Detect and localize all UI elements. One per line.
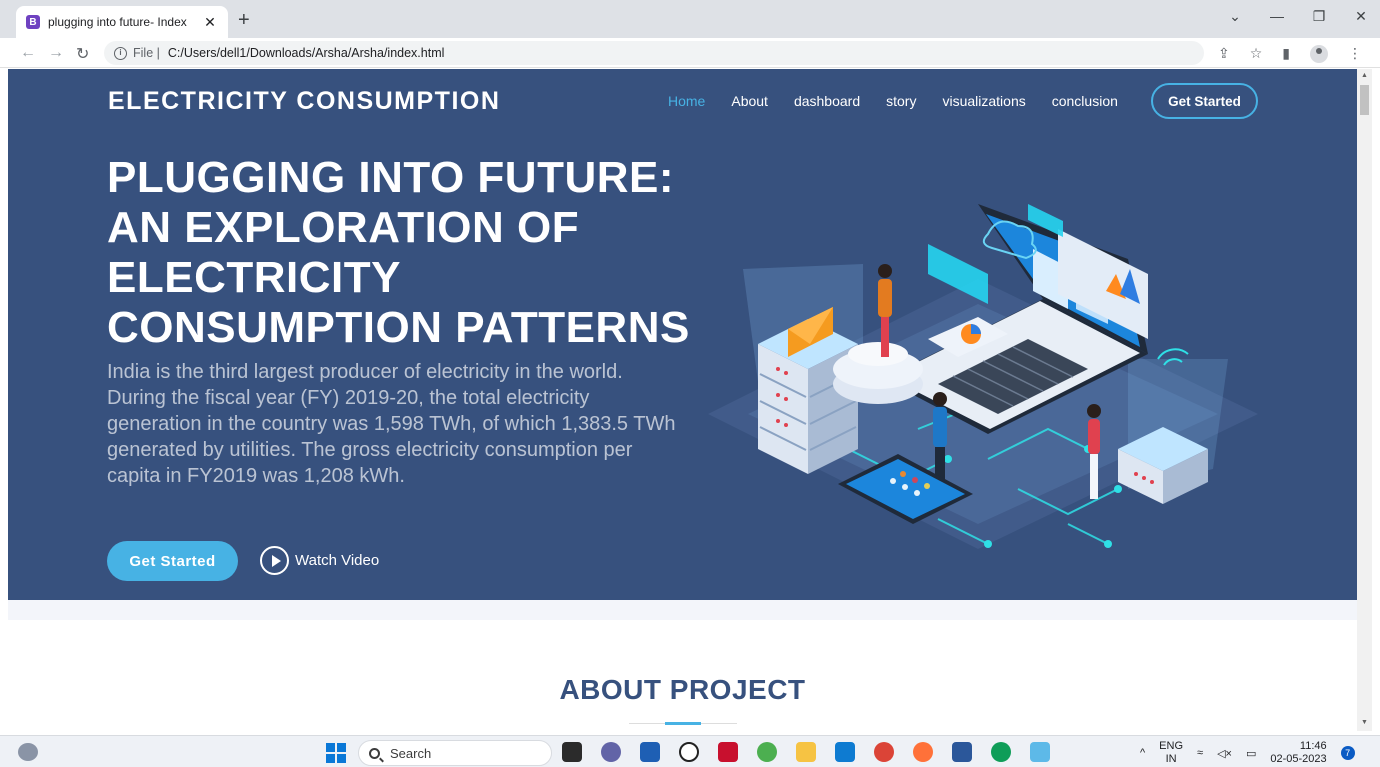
weather-widget-icon[interactable] <box>18 743 38 761</box>
side-panel-icon[interactable]: ▮ <box>1282 45 1290 63</box>
watch-video-link[interactable]: Watch Video <box>260 546 379 575</box>
chrome-profile-icon[interactable] <box>757 742 777 762</box>
back-icon[interactable]: ← <box>20 44 36 62</box>
title-underline-accent <box>665 722 701 725</box>
battery-icon[interactable]: ▭ <box>1246 747 1256 760</box>
forward-icon[interactable]: → <box>48 44 64 62</box>
nav-get-started-button[interactable]: Get Started <box>1151 83 1258 119</box>
info-icon[interactable]: i <box>114 46 127 60</box>
nav-about[interactable]: About <box>731 93 768 109</box>
page-scrollbar[interactable]: ▲ ▼ <box>1357 69 1372 731</box>
scroll-down-icon[interactable]: ▼ <box>1361 719 1368 726</box>
toolbar-icons: ⇪ ☆ ▮ ⋮ <box>1218 45 1362 63</box>
chrome-canary-icon[interactable] <box>991 742 1011 762</box>
file-explorer-icon[interactable] <box>796 742 816 762</box>
profile-avatar-icon[interactable] <box>1310 45 1328 63</box>
taskbar-search-label: Search <box>390 745 432 761</box>
section-divider <box>8 600 1357 620</box>
windows-start-icon[interactable] <box>326 743 346 763</box>
nav-visualizations[interactable]: visualizations <box>942 93 1025 109</box>
firefox-icon[interactable] <box>913 742 933 762</box>
tab-search-icon[interactable]: ⌄ <box>1228 8 1242 25</box>
teams-chat-icon[interactable] <box>601 742 621 762</box>
taskbar-apps <box>562 742 1050 762</box>
clock-time: 11:46 <box>1299 740 1327 752</box>
tray-overflow-icon[interactable]: ^ <box>1140 747 1145 759</box>
language-code: ENG <box>1159 740 1184 752</box>
system-tray: ^ ENG IN ≈ ◁× ▭ 11:46 02-05-2023 7 <box>1140 740 1355 766</box>
hero-section: ELECTRICITY CONSUMPTION Home About dashb… <box>8 69 1357 600</box>
url-field[interactable]: i File | C:/Users/dell1/Downloads/Arsha/… <box>104 41 1204 65</box>
main-nav: Home About dashboard story visualization… <box>668 93 1118 109</box>
hero-lead: India is the third largest producer of e… <box>107 361 676 487</box>
clock[interactable]: 11:46 02-05-2023 <box>1270 740 1326 766</box>
hero-illustration <box>708 204 1258 549</box>
nav-story[interactable]: story <box>886 93 916 109</box>
notification-badge[interactable]: 7 <box>1340 746 1355 760</box>
dell-icon[interactable] <box>679 742 699 762</box>
task-view-icon[interactable] <box>562 742 582 762</box>
reload-icon[interactable]: ↻ <box>76 44 89 64</box>
search-icon <box>369 747 380 759</box>
taskbar-search-box[interactable]: Search <box>358 740 552 766</box>
url-scheme-text: File <box>133 46 154 60</box>
scroll-up-icon[interactable]: ▲ <box>1361 72 1368 79</box>
minimize-icon[interactable]: — <box>1270 8 1284 25</box>
mcafee-icon[interactable] <box>718 742 738 762</box>
play-icon <box>260 546 289 575</box>
microsoft-store-icon[interactable] <box>640 742 660 762</box>
new-tab-icon[interactable]: + <box>238 10 250 30</box>
page-viewport: ELECTRICITY CONSUMPTION Home About dashb… <box>8 69 1357 731</box>
site-logo[interactable]: ELECTRICITY CONSUMPTION <box>108 87 500 116</box>
bootstrap-favicon-icon: B <box>26 15 40 29</box>
notepad-icon[interactable] <box>1030 742 1050 762</box>
region-code: IN <box>1165 753 1177 765</box>
word-icon[interactable] <box>952 742 972 762</box>
vscode-icon[interactable] <box>835 742 855 762</box>
nav-dashboard[interactable]: dashboard <box>794 93 860 109</box>
menu-dots-icon[interactable]: ⋮ <box>1348 45 1362 63</box>
url-scheme-label: File | <box>133 46 160 60</box>
about-section-title: ABOUT PROJECT <box>559 674 806 705</box>
nav-conclusion[interactable]: conclusion <box>1052 93 1118 109</box>
close-tab-icon[interactable]: ✕ <box>202 14 218 31</box>
windows-taskbar: Search ^ ENG IN ≈ ◁× ▭ 11:46 02-05-2023 … <box>0 735 1380 767</box>
browser-tab-bar: B plugging into future- Index ✕ + ⌄ — ❐ … <box>0 0 1380 38</box>
language-indicator[interactable]: ENG IN <box>1159 740 1183 766</box>
chrome-icon[interactable] <box>874 742 894 762</box>
tab-title: plugging into future- Index <box>48 15 187 29</box>
watch-video-label: Watch Video <box>295 552 380 569</box>
nav-home[interactable]: Home <box>668 93 705 109</box>
browser-tab[interactable]: B plugging into future- Index ✕ <box>16 6 228 38</box>
close-window-icon[interactable]: ✕ <box>1354 8 1368 25</box>
url-text: C:/Users/dell1/Downloads/Arsha/Arsha/ind… <box>167 46 445 60</box>
share-icon[interactable]: ⇪ <box>1218 45 1230 63</box>
address-bar-row: ← → ↻ i File | C:/Users/dell1/Downloads/… <box>0 38 1380 68</box>
wifi-icon[interactable]: ≈ <box>1197 747 1203 759</box>
restore-icon[interactable]: ❐ <box>1312 8 1326 25</box>
hero-title: PLUGGING INTO FUTURE: AN EXPLORATION OF … <box>107 153 690 352</box>
window-controls: ⌄ — ❐ ✕ <box>1228 8 1368 25</box>
volume-muted-icon[interactable]: ◁× <box>1217 747 1232 760</box>
clock-date: 02-05-2023 <box>1270 753 1327 765</box>
hero-get-started-button[interactable]: Get Started <box>107 541 238 581</box>
scroll-thumb[interactable] <box>1360 85 1369 115</box>
bookmark-star-icon[interactable]: ☆ <box>1250 45 1263 63</box>
